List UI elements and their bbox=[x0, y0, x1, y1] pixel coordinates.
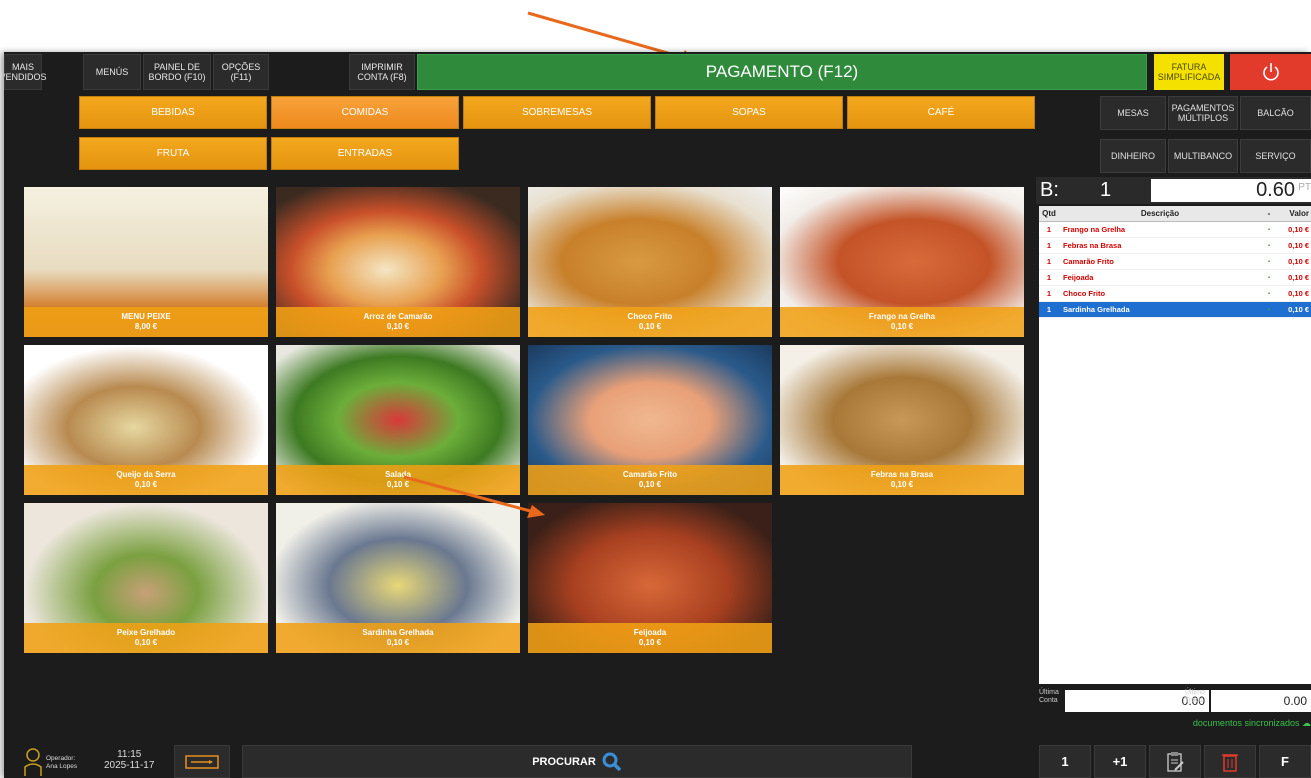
order-row-selected[interactable]: 1 Sardinha Grelhada ▪ 0,10 € bbox=[1039, 302, 1311, 318]
cloud-icon: ☁ bbox=[1302, 718, 1311, 728]
product-label: Frango na Grelha 0,10 € bbox=[780, 307, 1024, 337]
order-list[interactable]: Qtd Descrição - Valor 1 Frango na Grelha ▪… bbox=[1039, 206, 1311, 684]
product-tile[interactable]: Peixe Grelhado 0,10 € bbox=[24, 503, 268, 653]
category-comidas[interactable]: COMIDAS bbox=[271, 96, 459, 129]
clock: 11:15 2025-11-17 bbox=[104, 749, 155, 771]
product-tile[interactable]: Queijo da Serra 0,10 € bbox=[24, 345, 268, 495]
product-label: Peixe Grelhado 0,10 € bbox=[24, 623, 268, 653]
order-header: B: 1 0.60 PT bbox=[1036, 177, 1311, 204]
procurar-button[interactable]: PROCURAR bbox=[242, 745, 912, 778]
ultimo-troco-label: Último Troco bbox=[1185, 689, 1205, 704]
ultimo-troco-value: 0.00 bbox=[1211, 690, 1311, 712]
product-label: Salada 0,10 € bbox=[276, 465, 520, 495]
table-label: B: bbox=[1040, 179, 1059, 201]
product-tile[interactable]: Feijoada 0,10 € bbox=[528, 503, 772, 653]
order-row[interactable]: 1 Febras na Brasa ▪ 0,10 € bbox=[1039, 238, 1311, 254]
product-tile[interactable]: Salada 0,10 € bbox=[276, 345, 520, 495]
delete-button[interactable] bbox=[1204, 745, 1256, 778]
product-tile[interactable]: Choco Frito 0,10 € bbox=[528, 187, 772, 337]
product-tile[interactable]: Frango na Grelha 0,10 € bbox=[780, 187, 1024, 337]
power-icon bbox=[1262, 63, 1279, 81]
mesas-button[interactable]: MESAS bbox=[1100, 96, 1166, 130]
product-tile[interactable]: MENU PEIXE 8,00 € bbox=[24, 187, 268, 337]
product-tile[interactable]: Sardinha Grelhada 0,10 € bbox=[276, 503, 520, 653]
product-tile[interactable]: Febras na Brasa 0,10 € bbox=[780, 345, 1024, 495]
imprimir-conta-button[interactable]: IMPRIMIR CONTA (F8) bbox=[349, 54, 415, 90]
operator-info[interactable]: Operador: Ana Lopes bbox=[24, 745, 80, 778]
product-tile[interactable]: Arroz de Camarão 0,10 € bbox=[276, 187, 520, 337]
product-tile[interactable]: Camarão Frito 0,10 € bbox=[528, 345, 772, 495]
ultima-conta-label: Última Conta bbox=[1039, 689, 1059, 704]
order-row[interactable]: 1 Frango na Grelha ▪ 0,10 € bbox=[1039, 222, 1311, 238]
mais-vendidos-button[interactable]: MAIS VENDIDOS bbox=[4, 54, 47, 90]
product-label: Febras na Brasa 0,10 € bbox=[780, 465, 1024, 495]
multibanco-button[interactable]: MULTIBANCO bbox=[1168, 139, 1238, 173]
f-button[interactable]: F bbox=[1259, 745, 1311, 778]
pos-window: MAIS VENDIDOS MENÚS PAINEL DE BORDO (F10… bbox=[4, 52, 1311, 778]
fatura-simplificada-button[interactable]: FATURA SIMPLIFICADA bbox=[1154, 54, 1224, 90]
order-total: 0.60 PT bbox=[1151, 179, 1311, 202]
category-entradas[interactable]: ENTRADAS bbox=[271, 137, 459, 170]
search-icon bbox=[602, 752, 622, 771]
product-label: Camarão Frito 0,10 € bbox=[528, 465, 772, 495]
power-button[interactable] bbox=[1230, 54, 1311, 90]
order-list-header: Qtd Descrição - Valor bbox=[1039, 206, 1311, 222]
dinheiro-button[interactable]: DINHEIRO bbox=[1100, 139, 1166, 173]
trash-icon bbox=[1222, 753, 1238, 772]
painel-de-bordo-button[interactable]: PAINEL DE BORDO (F10) bbox=[143, 54, 211, 90]
opcoes-button[interactable]: OPÇÕES (F11) bbox=[213, 54, 269, 90]
clipboard-edit-icon bbox=[1167, 751, 1184, 772]
balcao-button[interactable]: BALCÃO bbox=[1240, 96, 1311, 130]
user-icon bbox=[24, 748, 42, 776]
order-row[interactable]: 1 Feijoada ▪ 0,10 € bbox=[1039, 270, 1311, 286]
category-sopas[interactable]: SOPAS bbox=[655, 96, 843, 129]
category-fruta[interactable]: FRUTA bbox=[79, 137, 267, 170]
menus-button[interactable]: MENÚS bbox=[83, 54, 141, 90]
drawer-arrow-icon bbox=[185, 754, 219, 769]
product-label: Sardinha Grelhada 0,10 € bbox=[276, 623, 520, 653]
sync-status: documentos sincronizados ☁ bbox=[1192, 718, 1311, 728]
edit-note-button[interactable] bbox=[1149, 745, 1201, 778]
category-cafe[interactable]: CAFÉ bbox=[847, 96, 1035, 129]
product-label: MENU PEIXE 8,00 € bbox=[24, 307, 268, 337]
category-bebidas[interactable]: BEBIDAS bbox=[79, 96, 267, 129]
category-sobremesas[interactable]: SOBREMESAS bbox=[463, 96, 651, 129]
product-label: Arroz de Camarão 0,10 € bbox=[276, 307, 520, 337]
servico-button[interactable]: SERVIÇO bbox=[1240, 139, 1311, 173]
order-row[interactable]: 1 Choco Frito ▪ 0,10 € bbox=[1039, 286, 1311, 302]
open-drawer-button[interactable] bbox=[174, 745, 230, 778]
product-label: Feijoada 0,10 € bbox=[528, 623, 772, 653]
product-label: Queijo da Serra 0,10 € bbox=[24, 465, 268, 495]
order-row[interactable]: 1 Camarão Frito ▪ 0,10 € bbox=[1039, 254, 1311, 270]
last-account-row: Última Conta 0.00 Último Troco 0.00 bbox=[1039, 688, 1311, 714]
qty-one-button[interactable]: 1 bbox=[1039, 745, 1091, 778]
pagamentos-multiplos-button[interactable]: PAGAMENTOS MÚLTIPLOS bbox=[1168, 96, 1238, 130]
plus-one-button[interactable]: +1 bbox=[1094, 745, 1146, 778]
product-label: Choco Frito 0,10 € bbox=[528, 307, 772, 337]
pagamento-button[interactable]: PAGAMENTO (F12) bbox=[417, 54, 1147, 90]
table-number: 1 bbox=[1100, 179, 1112, 201]
